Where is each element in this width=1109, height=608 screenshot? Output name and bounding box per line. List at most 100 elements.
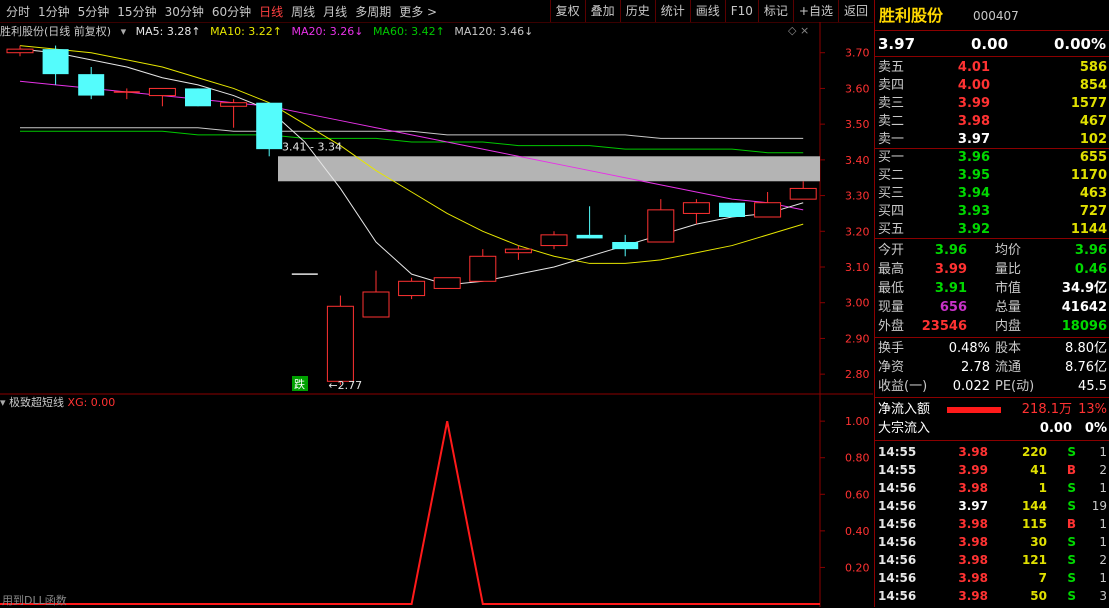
stat-row: 最低 3.91 市值 34.9亿 bbox=[875, 280, 1109, 298]
tool-button-7[interactable]: +自选 bbox=[792, 0, 838, 22]
fundamental-value: 0.48% bbox=[948, 341, 990, 356]
orderbook-volume: 854 bbox=[1079, 78, 1107, 93]
tick-volume: 7 bbox=[1038, 571, 1047, 585]
candle-body bbox=[647, 209, 675, 243]
period-tab-9[interactable]: 多周期 bbox=[351, 3, 395, 20]
tick-row: 14:56 3.98 7 S 1 bbox=[875, 569, 1109, 587]
tool-button-8[interactable]: 返回 bbox=[837, 0, 873, 22]
period-tab-6[interactable]: 日线 bbox=[255, 3, 287, 20]
candle-body bbox=[6, 48, 34, 54]
gap-band bbox=[278, 156, 820, 182]
period-tab-7[interactable]: 周线 bbox=[287, 3, 319, 20]
candle-body bbox=[220, 102, 248, 107]
orderbook-row[interactable]: 买一 3.96 655 bbox=[875, 149, 1109, 167]
tick-side: S bbox=[1067, 481, 1076, 495]
period-tab-5[interactable]: 60分钟 bbox=[208, 3, 255, 20]
orderbook-volume: 102 bbox=[1079, 132, 1107, 147]
net-inflow-row: 净流入额 218.1万 13% bbox=[875, 401, 1109, 419]
tool-button-4[interactable]: 画线 bbox=[689, 0, 725, 22]
tick-price: 3.99 bbox=[958, 463, 988, 477]
stat-label: 市值 bbox=[995, 281, 1022, 296]
y-tick-label: 3.20 bbox=[845, 225, 870, 238]
orderbook-row[interactable]: 卖一 3.97 102 bbox=[875, 131, 1109, 149]
period-tab-4[interactable]: 30分钟 bbox=[161, 3, 208, 20]
period-tab-1[interactable]: 1分钟 bbox=[34, 3, 74, 20]
tick-count: 2 bbox=[1099, 553, 1107, 567]
dll-footer: 用到DLL函数 bbox=[2, 594, 67, 607]
stat-row: 最高 3.99 量比 0.46 bbox=[875, 261, 1109, 279]
orderbook-price: 4.00 bbox=[957, 78, 990, 93]
orderbook-volume: 467 bbox=[1079, 114, 1107, 129]
tick-price: 3.98 bbox=[958, 445, 988, 459]
indicator-menu-icon[interactable]: ▾ bbox=[0, 396, 6, 409]
fundamental-row: 换手 0.48% 股本 8.80亿 bbox=[875, 340, 1109, 358]
tick-row: 14:56 3.98 1 S 1 bbox=[875, 479, 1109, 497]
indicator-title[interactable]: 极致超短线 bbox=[9, 396, 64, 409]
tick-volume: 30 bbox=[1030, 535, 1047, 549]
orderbook-row[interactable]: 卖四 4.00 854 bbox=[875, 77, 1109, 95]
xg-line bbox=[0, 420, 820, 605]
tick-row: 14:56 3.98 115 B 1 bbox=[875, 515, 1109, 533]
tool-button-3[interactable]: 统计 bbox=[654, 0, 690, 22]
period-tab-8[interactable]: 月线 bbox=[319, 3, 351, 20]
tick-time: 14:56 bbox=[878, 517, 917, 531]
fundamental-label: PE(动) bbox=[995, 379, 1035, 394]
tick-count: 19 bbox=[1091, 499, 1107, 513]
tick-side: S bbox=[1067, 445, 1076, 459]
orderbook-price: 3.94 bbox=[957, 186, 990, 201]
period-tab-2[interactable]: 5分钟 bbox=[74, 3, 114, 20]
tool-button-2[interactable]: 历史 bbox=[619, 0, 655, 22]
tick-volume: 41 bbox=[1030, 463, 1047, 477]
tool-button-1[interactable]: 叠加 bbox=[584, 0, 620, 22]
tick-side: B bbox=[1066, 517, 1076, 531]
period-tab-10[interactable]: 更多 > bbox=[395, 3, 441, 20]
tick-row: 14:55 3.99 41 B 2 bbox=[875, 461, 1109, 479]
tick-time: 14:55 bbox=[878, 445, 917, 459]
tool-button-5[interactable]: F10 bbox=[724, 0, 758, 22]
y-tick-label: 3.70 bbox=[845, 47, 870, 60]
tick-row: 14:56 3.97 144 S 19 bbox=[875, 497, 1109, 515]
tick-volume: 1 bbox=[1038, 481, 1047, 495]
kline-chart[interactable]: 3.70 3.60 3.50 3.40 3.30 3.20 3.10 3.00 2.90 2.80… bbox=[0, 22, 873, 607]
orderbook-row[interactable]: 卖五 4.01 586 bbox=[875, 59, 1109, 77]
orderbook-volume: 1577 bbox=[1070, 96, 1107, 111]
y-tick-label: 2.80 bbox=[845, 368, 870, 381]
period-tab-0[interactable]: 分时 bbox=[2, 3, 34, 20]
orderbook-row[interactable]: 买三 3.94 463 bbox=[875, 185, 1109, 203]
fundamental-label: 换手 bbox=[878, 341, 905, 356]
tick-price: 3.98 bbox=[958, 553, 988, 567]
orderbook-volume: 727 bbox=[1079, 204, 1107, 219]
orderbook-row[interactable]: 卖二 3.98 467 bbox=[875, 113, 1109, 131]
tick-time: 14:56 bbox=[878, 553, 917, 567]
orderbook-row[interactable]: 买二 3.95 1170 bbox=[875, 167, 1109, 185]
stat-label: 均价 bbox=[995, 243, 1022, 258]
tick-row: 14:56 3.98 50 S 3 bbox=[875, 587, 1109, 605]
stat-row: 今开 3.96 均价 3.96 bbox=[875, 242, 1109, 260]
orderbook-price: 3.96 bbox=[957, 150, 990, 165]
stat-value: 3.96 bbox=[934, 243, 967, 258]
period-tab-3[interactable]: 15分钟 bbox=[113, 3, 160, 20]
stat-label: 最高 bbox=[878, 262, 905, 277]
orderbook-row[interactable]: 买四 3.93 727 bbox=[875, 203, 1109, 221]
orderbook-row[interactable]: 卖三 3.99 1577 bbox=[875, 95, 1109, 113]
stat-row: 外盘 23546 内盘 18096 bbox=[875, 318, 1109, 336]
orderbook-price: 3.92 bbox=[957, 222, 990, 237]
fundamental-row: 净资 2.78 流通 8.76亿 bbox=[875, 359, 1109, 377]
quote-panel: 胜利股份 000407 3.97 0.00 0.00% 卖五 4.01 586 卖四 4… bbox=[874, 0, 1109, 607]
stat-value: 41642 bbox=[1061, 300, 1107, 315]
orderbook-label: 买四 bbox=[878, 204, 905, 219]
tick-time: 14:56 bbox=[878, 571, 917, 585]
stat-label: 量比 bbox=[995, 262, 1022, 277]
tick-price: 3.98 bbox=[958, 517, 988, 531]
tick-side: S bbox=[1067, 589, 1076, 603]
tool-button-6[interactable]: 标记 bbox=[757, 0, 793, 22]
orderbook-row[interactable]: 买五 3.92 1144 bbox=[875, 221, 1109, 239]
fundamental-label: 净资 bbox=[878, 360, 905, 375]
block-inflow-row: 大宗流入 0.00 0% bbox=[875, 420, 1109, 438]
stock-code: 000407 bbox=[973, 9, 1019, 23]
ma20-line bbox=[19, 80, 804, 211]
orderbook-label: 卖四 bbox=[878, 78, 905, 93]
candle-body bbox=[719, 202, 745, 217]
y-tick-label: 3.50 bbox=[845, 118, 870, 131]
tool-button-0[interactable]: 复权 bbox=[549, 0, 585, 22]
